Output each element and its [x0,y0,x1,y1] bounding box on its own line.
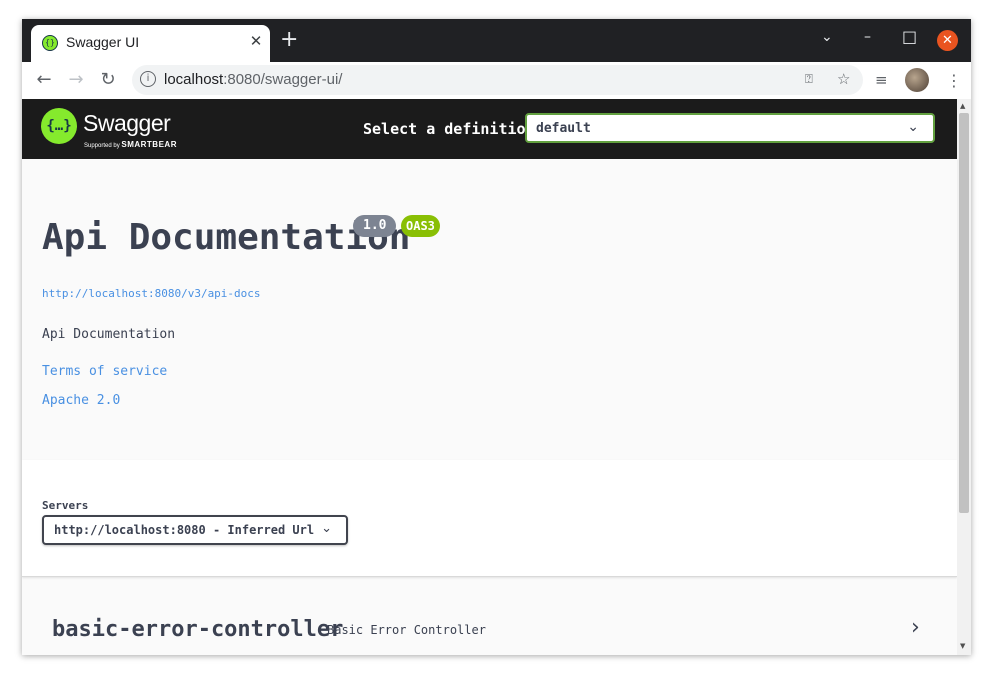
page-scrollbar[interactable]: ▲ ▼ [957,99,971,655]
minimize-button[interactable]: – [864,29,871,45]
reload-icon[interactable]: ↻ [97,69,119,90]
browser-toolbar: ← → ↻ i localhost:8080/swagger-ui/ ⍰ ☆ ≡… [22,62,971,100]
servers-section: Servers http://localhost:8080 - Inferred… [22,460,957,577]
tab-search-icon[interactable]: ⌄ [821,29,833,45]
scroll-up-icon[interactable]: ▲ [960,102,965,110]
profile-avatar[interactable] [905,68,929,92]
swagger-topbar: {…} Swagger Supported by SMARTBEAR Selec… [22,99,957,159]
chevron-down-icon: ⌄ [321,521,332,536]
version-badge: 1.0 [353,215,397,237]
tag-name[interactable]: basic-error-controller [52,617,343,642]
swagger-logo-text: Swagger [83,110,171,136]
site-info-icon[interactable]: i [140,71,156,87]
page-content: {…} Swagger Supported by SMARTBEAR Selec… [22,99,957,655]
tab-strip: {} Swagger UI ✕ + ⌄ – □ ✕ [22,19,971,62]
servers-select[interactable]: http://localhost:8080 - Inferred Url ⌄ [42,515,348,545]
tag-section-basic-error-controller[interactable]: basic-error-controller Basic Error Contr… [42,597,936,655]
swagger-favicon-icon: {} [42,35,58,51]
new-tab-button[interactable]: + [280,28,298,52]
definition-value: default [536,121,591,136]
tab-title: Swagger UI [66,34,140,50]
swagger-logo-icon: {…} [41,108,77,144]
api-docs-link[interactable]: http://localhost:8080/v3/api-docs [42,287,261,300]
tab-swagger-ui[interactable]: {} Swagger UI ✕ [31,25,270,62]
definition-select[interactable]: default ⌄ [525,113,935,143]
tab-close-icon[interactable]: ✕ [247,32,265,50]
swagger-logo-subtitle: Supported by SMARTBEAR [84,140,177,149]
servers-value: http://localhost:8080 - Inferred Url [54,523,315,537]
chevron-right-icon[interactable]: › [911,615,920,640]
servers-label: Servers [42,499,89,512]
api-description: Api Documentation [42,327,176,342]
forward-arrow-icon[interactable]: → [65,69,87,90]
media-control-icon[interactable]: ≡ [875,71,888,89]
browser-window: {} Swagger UI ✕ + ⌄ – □ ✕ ← → ↻ i localh… [22,19,971,655]
address-bar[interactable]: i localhost:8080/swagger-ui/ ⍰ ☆ [132,65,863,95]
window-close-button[interactable]: ✕ [937,30,958,51]
scrollbar-thumb[interactable] [959,113,969,513]
url-text[interactable]: localhost:8080/swagger-ui/ [164,71,342,88]
tag-description: Basic Error Controller [327,623,486,637]
menu-dots-icon[interactable]: ⋮ [946,71,962,90]
bookmark-star-icon[interactable]: ☆ [837,70,850,88]
chevron-down-icon: ⌄ [907,119,919,135]
terms-of-service-link[interactable]: Terms of service [42,364,167,379]
maximize-button[interactable]: □ [902,27,917,46]
back-arrow-icon[interactable]: ← [33,69,55,90]
license-link[interactable]: Apache 2.0 [42,393,120,408]
definition-label: Select a definition [363,120,535,138]
translate-icon[interactable]: ⍰ [805,72,813,87]
oas3-badge: OAS3 [401,215,440,237]
scroll-down-icon[interactable]: ▼ [960,642,965,650]
